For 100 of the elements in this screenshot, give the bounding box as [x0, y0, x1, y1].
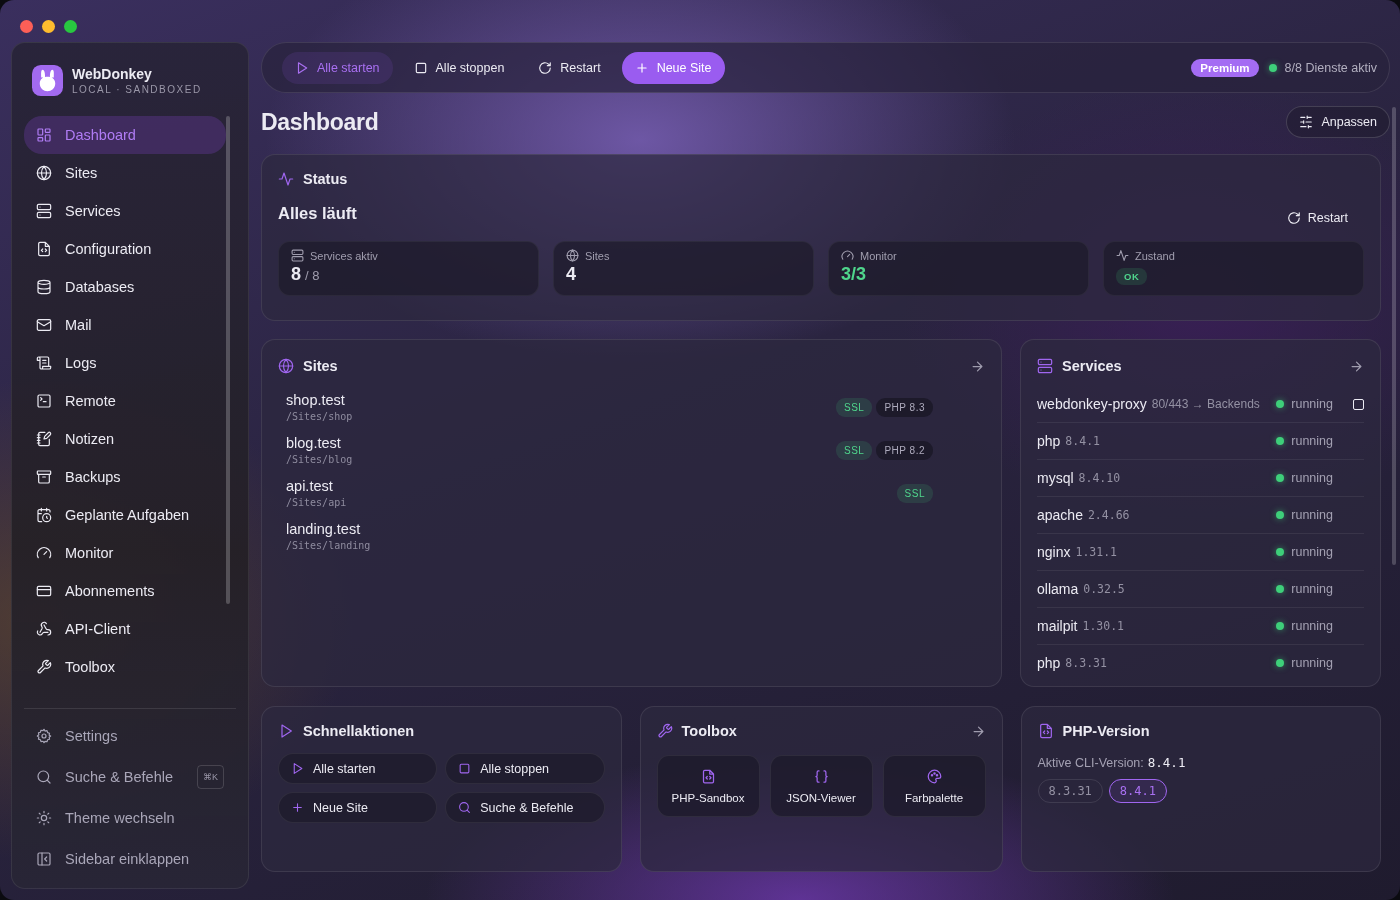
toolbar-button[interactable]: Restart	[525, 51, 614, 84]
service-status: running	[1291, 471, 1333, 485]
webhook-icon	[36, 621, 52, 637]
sidebar-item[interactable]: Abonnements	[24, 572, 226, 610]
card-title: Status	[303, 171, 348, 187]
site-row[interactable]: api.test /Sites/api SSL	[286, 478, 977, 508]
tile-total: / 8	[305, 268, 320, 283]
quick-action-button[interactable]: Alle stoppen	[445, 753, 605, 784]
service-row[interactable]: nginx 1.31.1 running	[1037, 534, 1364, 571]
site-tag: SSL	[896, 483, 933, 503]
sidebar-item[interactable]: Databases	[24, 268, 226, 306]
minimize-window-button[interactable]	[42, 19, 55, 33]
services-status: 8/8 Dienste aktiv	[1284, 60, 1377, 75]
service-row[interactable]: apache 2.4.66 running	[1037, 497, 1364, 534]
sidebar-item[interactable]: Sites	[24, 154, 226, 192]
site-tag: SSL	[836, 440, 873, 460]
app-subtitle: LOCAL · SANDBOXED	[72, 84, 202, 95]
plan-badge: Premium	[1191, 58, 1259, 77]
archive-icon	[36, 469, 52, 485]
site-name: api.test	[286, 478, 334, 494]
scrollbar-thumb[interactable]	[1392, 107, 1396, 565]
service-version: 1.30.1	[1082, 619, 1124, 633]
gauge-icon	[841, 249, 854, 262]
server-icon	[291, 249, 304, 262]
sliders-icon	[1299, 115, 1314, 129]
grid-icon	[36, 127, 52, 143]
sidebar-item[interactable]: API-Client	[24, 610, 226, 648]
service-row[interactable]: php 8.3.31 running	[1037, 645, 1364, 674]
status-summary: Alles läuft	[278, 203, 357, 223]
service-name: php	[1037, 655, 1061, 671]
sun-icon	[36, 810, 52, 826]
sidebar-item[interactable]: Settings	[24, 717, 236, 755]
service-version: 8.4.1	[1065, 434, 1100, 448]
tool-button[interactable]: JSON-Viewer	[769, 755, 873, 817]
pulse-icon	[1116, 249, 1129, 262]
plus-icon	[634, 60, 649, 75]
service-status: running	[1291, 656, 1333, 670]
site-tag: SSL	[836, 397, 873, 417]
service-status: running	[1291, 397, 1333, 411]
tool-button[interactable]: PHP-Sandbox	[656, 755, 760, 817]
quick-action-button[interactable]: Suche & Befehle	[445, 792, 605, 823]
service-row[interactable]: webdonkey-proxy 80/443 → Backends running	[1037, 386, 1364, 423]
service-name: webdonkey-proxy	[1037, 396, 1147, 412]
sidebar-item[interactable]: Configuration	[24, 230, 226, 268]
globe-icon	[36, 165, 52, 181]
sidebar-item[interactable]: Notizen	[24, 420, 226, 458]
sidebar-item[interactable]: Services	[24, 192, 226, 230]
tile-label: Zustand	[1135, 249, 1175, 262]
version-chip[interactable]: 8.4.1	[1108, 779, 1167, 803]
search-icon	[458, 801, 472, 814]
sidebar-item[interactable]: Monitor	[24, 534, 226, 572]
sidebar-item[interactable]: Logs	[24, 344, 226, 382]
service-row[interactable]: mysql 8.4.10 running	[1037, 460, 1364, 497]
toolbar-button[interactable]: Alle starten	[282, 51, 393, 84]
toolbar-button[interactable]: Neue Site	[621, 51, 725, 84]
site-tag: PHP 8.3	[876, 397, 933, 417]
file-code-icon	[36, 241, 52, 257]
site-row[interactable]: blog.test /Sites/blog SSL PHP 8.2	[286, 435, 977, 465]
wrench-icon	[656, 723, 673, 739]
globe-icon	[566, 249, 579, 262]
file-code-icon	[700, 768, 716, 784]
service-row[interactable]: mailpit 1.30.1 running	[1037, 608, 1364, 645]
sidebar-item[interactable]: Backups	[24, 458, 226, 496]
sidebar-item[interactable]: Sidebar einklappen	[24, 840, 236, 878]
service-version: 1.31.1	[1075, 545, 1117, 559]
site-name: blog.test	[286, 435, 342, 451]
tile-label: Services aktiv	[310, 249, 378, 262]
site-row[interactable]: landing.test /Sites/landing	[286, 521, 977, 551]
service-row[interactable]: ollama 0.32.5 running	[1037, 571, 1364, 608]
file-code-icon	[1037, 723, 1054, 739]
zoom-window-button[interactable]	[64, 19, 77, 33]
sidebar-item[interactable]: Geplante Aufgaben	[24, 496, 226, 534]
tile-label: Sites	[585, 249, 610, 262]
site-row[interactable]: shop.test /Sites/shop SSL PHP 8.3	[286, 392, 977, 422]
service-status: running	[1291, 508, 1333, 522]
card-title: Schnellaktionen	[303, 723, 415, 739]
site-name: shop.test	[286, 392, 346, 408]
tool-button[interactable]: Farbpalette	[882, 755, 986, 817]
customize-button[interactable]: Anpassen	[1286, 106, 1390, 138]
page-title: Dashboard	[261, 108, 379, 136]
braces-icon	[813, 768, 829, 784]
stop-button[interactable]	[1353, 398, 1364, 410]
sidebar-item[interactable]: Dashboard	[24, 116, 226, 154]
service-version: 2.4.66	[1087, 508, 1130, 522]
quick-action-button[interactable]: Neue Site	[278, 792, 438, 823]
sidebar-item[interactable]: Mail	[24, 306, 226, 344]
service-row[interactable]: php 8.4.1 running	[1037, 423, 1364, 460]
toolbar-button[interactable]: Alle stoppen	[400, 51, 518, 84]
quick-action-button[interactable]: Alle starten	[278, 753, 438, 784]
sidebar-item[interactable]: Toolbox	[24, 648, 226, 686]
site-path: /Sites/blog	[286, 454, 353, 465]
sidebar-item[interactable]: Suche & Befehle ⌘K	[24, 758, 236, 796]
close-window-button[interactable]	[20, 19, 33, 33]
tile-label: Monitor	[860, 249, 897, 262]
service-status: running	[1291, 619, 1333, 633]
restart-button[interactable]: Restart	[1270, 211, 1364, 225]
plus-icon	[291, 801, 304, 814]
sidebar-item[interactable]: Theme wechseln	[24, 799, 236, 837]
scrollbar-thumb[interactable]	[226, 116, 230, 604]
sidebar-item[interactable]: Remote	[24, 382, 226, 420]
